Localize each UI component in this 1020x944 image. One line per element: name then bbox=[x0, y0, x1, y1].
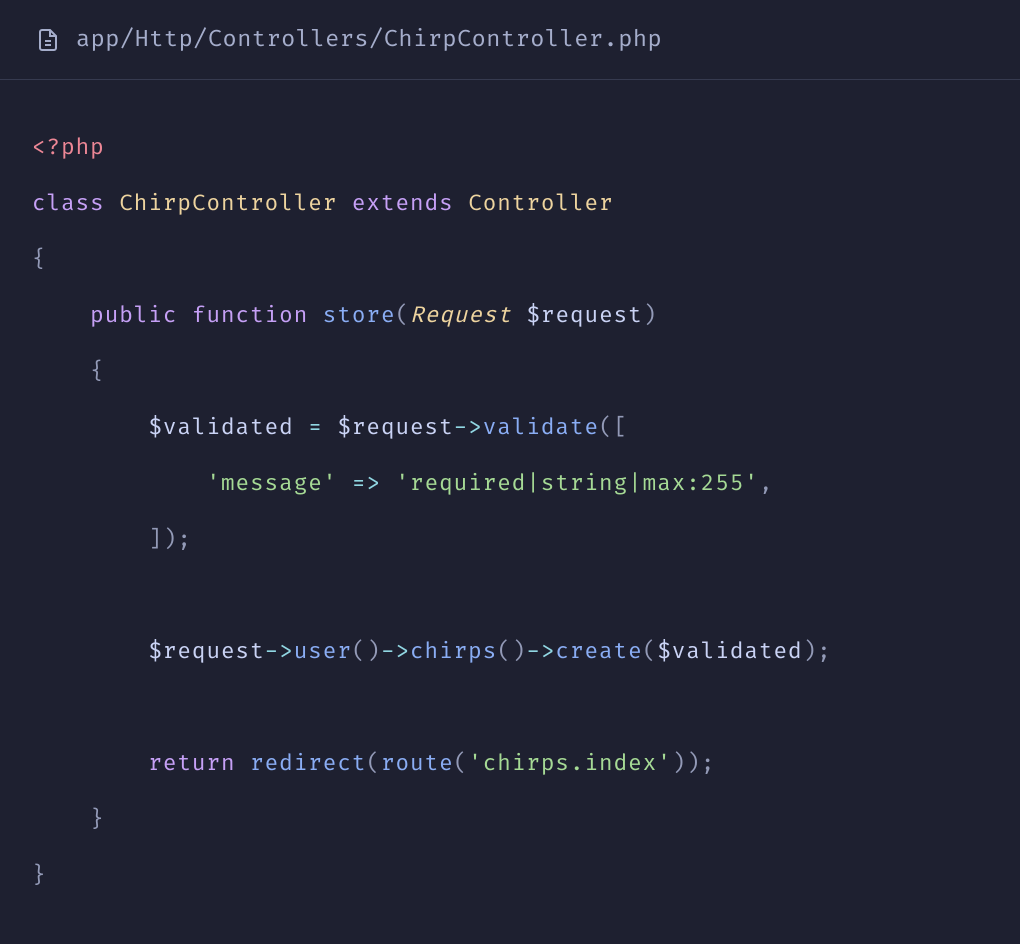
code-line: } bbox=[32, 848, 988, 904]
code-line: } bbox=[32, 792, 988, 848]
code-line: { bbox=[32, 344, 988, 400]
code-line: public function store(Request $request) bbox=[32, 288, 988, 344]
code-line: ]); bbox=[32, 512, 988, 568]
code-line: $request->user()->chirps()->create($vali… bbox=[32, 624, 988, 680]
file-header: app/Http/Controllers/ChirpController.php bbox=[0, 0, 1020, 80]
code-line: <?php bbox=[32, 120, 988, 176]
code-editor[interactable]: <?php class ChirpController extends Cont… bbox=[0, 80, 1020, 944]
code-line: class ChirpController extends Controller bbox=[32, 176, 988, 232]
code-line: $validated = $request->validate([ bbox=[32, 400, 988, 456]
code-line: return redirect(route('chirps.index')); bbox=[32, 736, 988, 792]
code-line bbox=[32, 568, 988, 624]
code-line bbox=[32, 680, 988, 736]
file-path: app/Http/Controllers/ChirpController.php bbox=[76, 26, 662, 54]
code-line: 'message' => 'required|string|max:255', bbox=[32, 456, 988, 512]
code-line: { bbox=[32, 232, 988, 288]
file-icon bbox=[36, 28, 60, 52]
